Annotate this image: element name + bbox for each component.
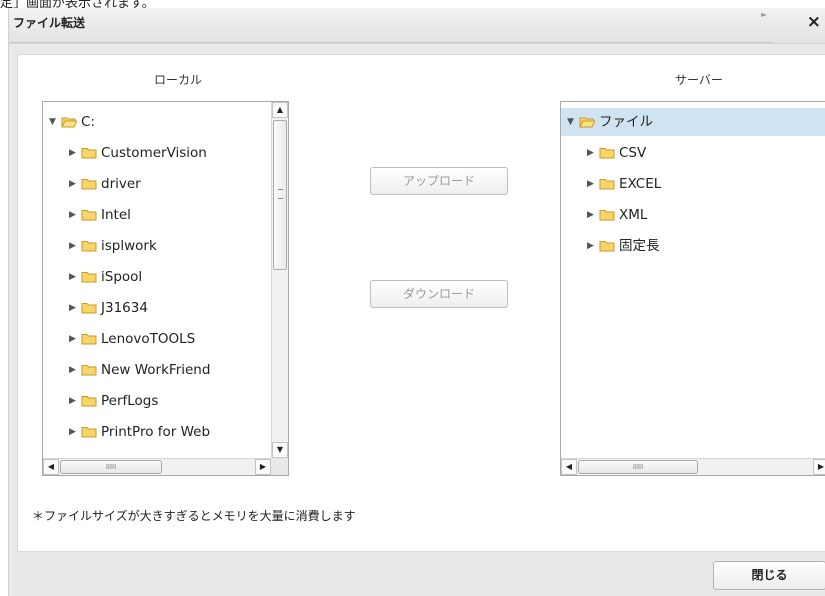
scroll-left-icon[interactable]: ◀: [43, 459, 59, 475]
file-transfer-dialog: ファイル転送 ► × ローカル サーバー ▼ C: ▶ CustomerVision ▶…: [8, 8, 825, 596]
tree-folder-item[interactable]: ▶ 固定長: [561, 232, 825, 260]
tree-folder-item[interactable]: ▶ CSV: [561, 139, 825, 167]
triangle-right-icon[interactable]: ▶: [69, 356, 79, 384]
tree-item-label: LenovoTOOLS: [101, 331, 196, 347]
triangle-right-icon[interactable]: ▶: [587, 232, 597, 260]
triangle-right-icon[interactable]: ▶: [69, 201, 79, 229]
tree-folder-item[interactable]: ▶ LenovoTOOLS: [43, 325, 272, 353]
dialog-titlebar[interactable]: ファイル転送 ► ×: [9, 8, 825, 44]
triangle-right-icon[interactable]: ▶: [69, 170, 79, 198]
tree-folder-item[interactable]: ▶ New WorkFriend: [43, 356, 272, 384]
tree-item-label: PrintPro for Web: [101, 424, 211, 440]
folder-icon: [597, 232, 619, 260]
tree-item-label: isplwork: [101, 238, 157, 254]
server-horizontal-scrollbar[interactable]: ◀ IIIII ▶: [561, 458, 825, 475]
folder-icon: [79, 170, 101, 198]
local-label: ローカル: [153, 73, 202, 87]
tree-folder-item[interactable]: ▶ PrintPro for Web: [43, 418, 272, 446]
tree-item-label: New WorkFriend: [101, 362, 211, 378]
local-horizontal-scrollbar[interactable]: ◀ IIIII ▶: [43, 458, 271, 475]
tree-item-label: J31634: [101, 300, 148, 316]
tree-item-label: driver: [101, 176, 141, 192]
scroll-up-icon[interactable]: ▲: [272, 102, 288, 118]
tree-item-label: CSV: [619, 145, 647, 161]
folder-icon: [79, 201, 101, 229]
folder-icon: [79, 263, 101, 291]
tree-folder-item[interactable]: ▶ J31634: [43, 294, 272, 322]
close-icon[interactable]: ×: [807, 12, 821, 32]
tree-item-label: XML: [619, 207, 648, 223]
triangle-right-icon[interactable]: ▶: [69, 418, 79, 446]
folder-icon: [577, 108, 599, 136]
tree-folder-item[interactable]: ▶ EXCEL: [561, 170, 825, 198]
triangle-down-icon[interactable]: ▼: [49, 108, 59, 136]
tree-folder-item[interactable]: ▶ Intel: [43, 201, 272, 229]
local-tree[interactable]: ▼ C: ▶ CustomerVision ▶ driver ▶ Intel ▶ isplwork…: [42, 101, 289, 476]
folder-icon: [79, 139, 101, 167]
triangle-down-icon[interactable]: ▼: [567, 108, 577, 136]
folder-icon: [59, 108, 81, 136]
tree-folder-item[interactable]: ▶ XML: [561, 201, 825, 229]
tree-item-label: C:: [81, 114, 95, 130]
title-divider: [9, 42, 773, 43]
dialog-title: ファイル転送: [13, 16, 86, 30]
tree-item-label: PerfLogs: [101, 393, 159, 409]
folder-icon: [79, 232, 101, 260]
scroll-right-icon[interactable]: ▶: [255, 459, 271, 475]
tree-item-label: 固定長: [619, 238, 660, 254]
triangle-right-icon[interactable]: ▶: [69, 263, 79, 291]
tree-item-label: Intel: [101, 207, 131, 223]
folder-icon: [79, 418, 101, 446]
tree-root-item[interactable]: ▼ C:: [43, 108, 272, 136]
folder-icon: [597, 139, 619, 167]
triangle-right-icon[interactable]: ▶: [69, 232, 79, 260]
page-caption: 定」画面が表示されます。: [0, 0, 155, 11]
tree-folder-item[interactable]: ▶ isplwork: [43, 232, 272, 260]
tree-item-label: CustomerVision: [101, 145, 207, 161]
tree-folder-item[interactable]: ▶ PerfLogs: [43, 387, 272, 415]
triangle-right-icon[interactable]: ▶: [69, 387, 79, 415]
triangle-right-icon[interactable]: ▶: [587, 201, 597, 229]
triangle-right-icon[interactable]: ▶: [587, 170, 597, 198]
triangle-right-icon[interactable]: ▶: [69, 294, 79, 322]
tree-item-label: iSpool: [101, 269, 143, 285]
triangle-right-icon[interactable]: ▶: [587, 139, 597, 167]
download-button[interactable]: ダウンロード: [370, 280, 508, 308]
local-vertical-scrollbar[interactable]: ▲ ▼: [271, 102, 288, 458]
tree-folder-item[interactable]: ▶ driver: [43, 170, 272, 198]
folder-icon: [79, 325, 101, 353]
upload-button[interactable]: アップロード: [370, 167, 508, 195]
close-button[interactable]: 閉じる: [713, 561, 825, 590]
tree-root-item[interactable]: ▼ ファイル: [561, 108, 825, 136]
tree-folder-item[interactable]: ▶ CustomerVision: [43, 139, 272, 167]
tree-folder-item[interactable]: ▶ iSpool: [43, 263, 272, 291]
transfer-panel: ローカル サーバー ▼ C: ▶ CustomerVision ▶ driver ▶ Inte…: [17, 54, 825, 552]
folder-icon: [79, 387, 101, 415]
scroll-down-icon[interactable]: ▼: [272, 442, 288, 458]
triangle-right-icon[interactable]: ▶: [69, 139, 79, 167]
folder-icon: [597, 201, 619, 229]
memory-warning-note: ＊ファイルサイズが大きすぎるとメモリを大量に消費します: [32, 509, 356, 523]
horizontal-scroll-thumb[interactable]: IIIII: [578, 460, 698, 474]
triangle-right-icon[interactable]: ▶: [69, 325, 79, 353]
server-tree[interactable]: ▼ ファイル ▶ CSV ▶ EXCEL ▶ XML ▶ 固定長 ◀ IIIII ▶: [560, 101, 825, 476]
resize-arrow-icon: ►: [761, 10, 768, 19]
tree-item-label: EXCEL: [619, 176, 662, 192]
scroll-left-icon[interactable]: ◀: [561, 459, 577, 475]
folder-icon: [79, 356, 101, 384]
scroll-right-icon[interactable]: ▶: [813, 459, 825, 475]
folder-icon: [597, 170, 619, 198]
horizontal-scroll-thumb[interactable]: IIIII: [60, 460, 162, 474]
tree-item-label: ファイル: [599, 114, 653, 130]
folder-icon: [79, 294, 101, 322]
scrollbar-corner: [271, 458, 288, 475]
server-label: サーバー: [675, 73, 723, 87]
vertical-scroll-thumb[interactable]: [273, 120, 287, 270]
